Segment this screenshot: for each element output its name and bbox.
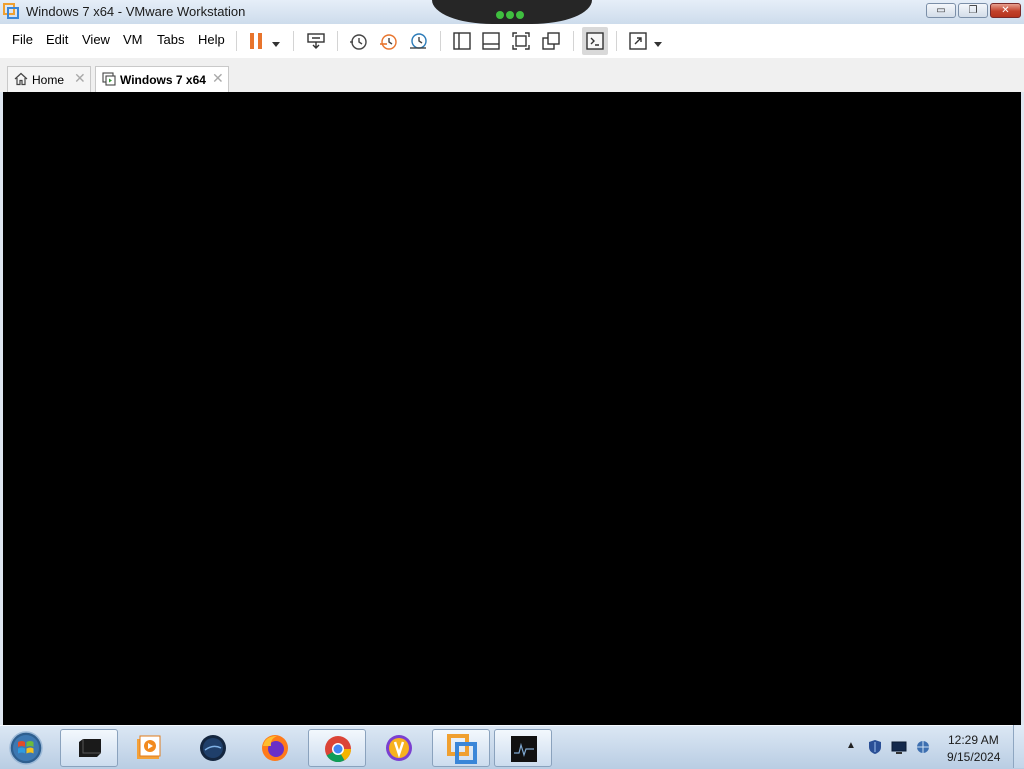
display-icon[interactable] [891, 739, 907, 755]
close-button[interactable]: ✕ [990, 3, 1021, 18]
stretch-guest-icon[interactable] [627, 30, 649, 52]
take-snapshot-icon[interactable] [347, 30, 369, 52]
home-icon [14, 72, 28, 86]
menu-edit[interactable]: Edit [46, 32, 68, 47]
power-dropdown-icon[interactable] [272, 37, 280, 47]
unity-bar-indicator[interactable] [496, 8, 526, 22]
taskbar-media-player-button[interactable] [120, 729, 178, 767]
close-icon[interactable]: ✕ [212, 70, 224, 87]
terminal-app-icon [79, 739, 101, 757]
console-view-icon[interactable] [584, 30, 606, 52]
globe-app-icon [200, 735, 226, 761]
tab-home[interactable]: Home ✕ [7, 66, 91, 92]
thumbnail-bar-icon[interactable] [480, 30, 502, 52]
tab-label: Home [32, 73, 65, 87]
toolbar-separator [440, 31, 441, 51]
tab-windows-7-x64[interactable]: Windows 7 x64 ✕ [95, 66, 229, 93]
start-button[interactable] [6, 730, 46, 766]
show-desktop-button[interactable] [1013, 725, 1024, 768]
menu-tabs[interactable]: Tabs [157, 32, 184, 47]
taskbar-terminal-button[interactable] [60, 729, 118, 767]
full-screen-icon[interactable] [510, 30, 532, 52]
taskbar-firefox-button[interactable] [246, 729, 304, 767]
clock-time[interactable]: 12:29 AM [948, 733, 999, 747]
tab-label: Windows 7 x64 [120, 73, 206, 87]
stretch-dropdown-icon[interactable] [654, 37, 662, 47]
menu-help[interactable]: Help [198, 32, 225, 47]
show-library-icon[interactable] [451, 30, 473, 52]
taskbar: ▲ 12:29 AM 9/15/2024 [0, 725, 1024, 769]
shield-icon[interactable] [867, 739, 883, 755]
toolbar-separator [573, 31, 574, 51]
media-player-icon [137, 735, 161, 759]
vmware-app-icon [3, 3, 19, 19]
taskbar-globe-app-button[interactable] [184, 729, 242, 767]
chrome-icon [325, 736, 352, 763]
title-bar[interactable]: Windows 7 x64 - VMware Workstation ▭ ❐ ✕ [0, 0, 1024, 24]
show-hidden-icons-button[interactable]: ▲ [846, 740, 856, 751]
tab-strip: Home ✕ Windows 7 x64 ✕ [0, 58, 1024, 93]
vm-console-screen[interactable] [3, 92, 1021, 725]
close-icon[interactable]: ✕ [74, 70, 86, 87]
menu-view[interactable]: View [82, 32, 110, 47]
virtual-machine-icon [102, 72, 116, 86]
vmware-workstation-icon [447, 734, 477, 764]
system-monitor-icon [511, 736, 537, 762]
clock-date[interactable]: 9/15/2024 [947, 750, 1000, 764]
minimize-button[interactable]: ▭ [926, 3, 956, 18]
toolbar: File Edit View VM Tabs Help [0, 24, 1024, 59]
revert-snapshot-icon[interactable] [377, 30, 399, 52]
taskbar-system-monitor-button[interactable] [494, 729, 552, 767]
restore-button[interactable]: ❐ [958, 3, 988, 18]
taskbar-vmware-button[interactable] [432, 729, 490, 767]
toolbar-separator [236, 31, 237, 51]
network-icon[interactable] [915, 739, 931, 755]
window-title: Windows 7 x64 - VMware Workstation [26, 4, 246, 19]
menu-file[interactable]: File [12, 32, 33, 47]
pause-icon[interactable] [245, 30, 267, 52]
send-ctrl-alt-del-icon[interactable] [305, 30, 327, 52]
vpn-app-icon [386, 735, 412, 761]
menu-vm[interactable]: VM [123, 32, 143, 47]
toolbar-separator [616, 31, 617, 51]
toolbar-separator [337, 31, 338, 51]
snapshot-manager-icon[interactable] [407, 30, 429, 52]
taskbar-vpn-app-button[interactable] [370, 729, 428, 767]
unity-icon[interactable] [540, 30, 562, 52]
firefox-icon [262, 735, 288, 761]
taskbar-chrome-button[interactable] [308, 729, 366, 767]
toolbar-separator [293, 31, 294, 51]
